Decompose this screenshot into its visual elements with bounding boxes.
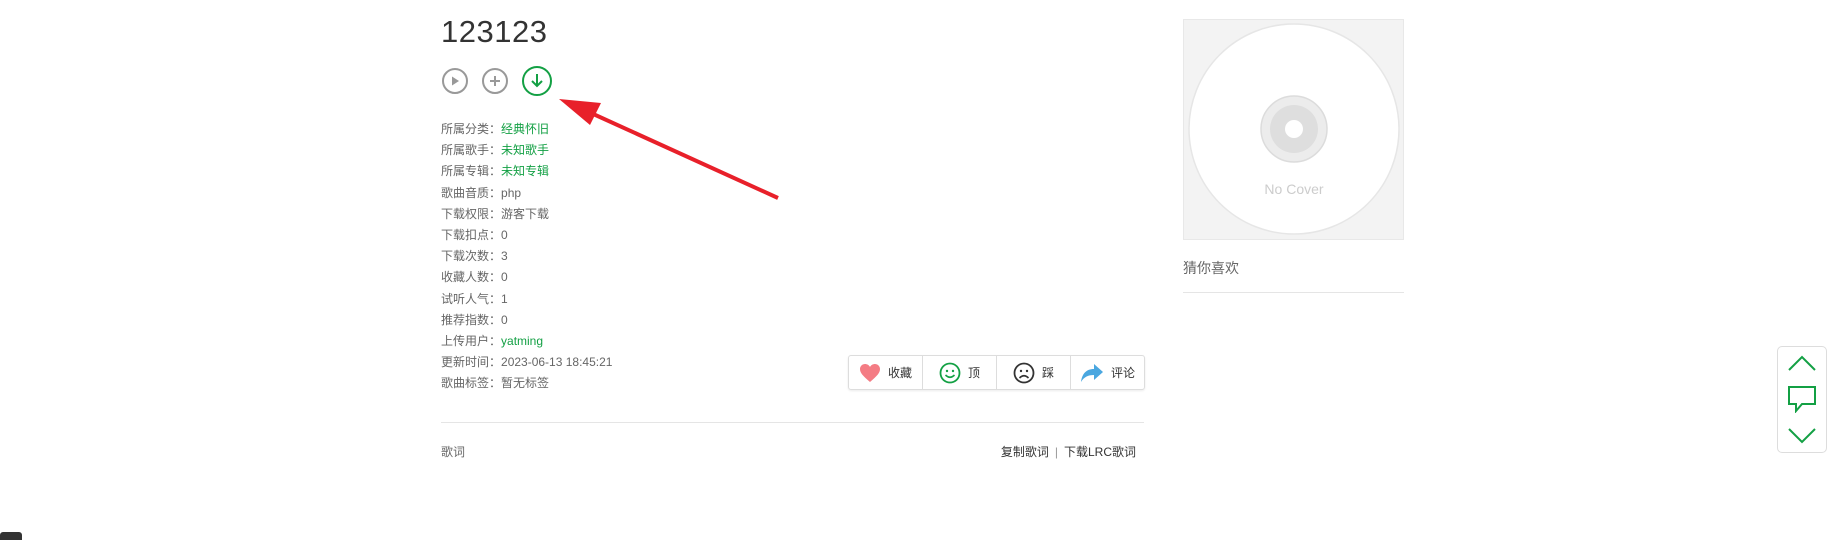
info-row: 推荐指数：0 bbox=[441, 310, 612, 331]
share-icon bbox=[1080, 363, 1103, 382]
info-row: 所属歌手：未知歌手 bbox=[441, 140, 612, 161]
info-value: 1 bbox=[501, 291, 508, 306]
cd-cover-icon: No Cover bbox=[1188, 23, 1400, 235]
scroll-down-icon[interactable] bbox=[1787, 426, 1817, 446]
plus-icon bbox=[490, 76, 500, 86]
info-row: 下载权限：游客下载 bbox=[441, 204, 612, 225]
song-info-list: 所属分类：经典怀旧 所属歌手：未知歌手 所属专辑：未知专辑 歌曲音质：php 下载权限：… bbox=[441, 119, 612, 394]
play-icon bbox=[452, 76, 459, 86]
info-row: 歌曲标签：暂无标签 bbox=[441, 373, 612, 394]
play-button[interactable] bbox=[442, 68, 468, 94]
copy-lyrics-link[interactable]: 复制歌词 bbox=[1001, 445, 1049, 459]
upvote-button[interactable]: 顶 bbox=[923, 356, 997, 389]
info-label: 上传用户： bbox=[441, 333, 502, 348]
frown-icon bbox=[1013, 362, 1035, 383]
info-label: 试听人气： bbox=[441, 291, 502, 306]
download-lrc-link[interactable]: 下载LRC歌词 bbox=[1064, 445, 1136, 459]
info-label: 收藏人数： bbox=[441, 270, 502, 285]
smile-icon bbox=[939, 362, 961, 383]
album-cover: No Cover bbox=[1183, 19, 1404, 240]
info-row: 试听人气：1 bbox=[441, 289, 612, 310]
info-value: 2023-06-13 18:45:21 bbox=[501, 355, 613, 370]
downvote-label: 踩 bbox=[1041, 366, 1054, 380]
info-label: 更新时间： bbox=[441, 355, 502, 370]
info-value[interactable]: yatming bbox=[501, 334, 543, 348]
lyrics-label: 歌词 bbox=[441, 445, 466, 459]
info-row: 下载扣点：0 bbox=[441, 225, 612, 246]
no-cover-text: No Cover bbox=[1264, 181, 1323, 197]
download-icon bbox=[531, 74, 543, 88]
info-label: 所属歌手： bbox=[441, 143, 502, 158]
scroll-up-icon[interactable] bbox=[1787, 353, 1817, 373]
info-row: 歌曲音质：php bbox=[441, 183, 612, 204]
info-label: 歌曲标签： bbox=[441, 376, 502, 391]
info-value: 0 bbox=[501, 270, 508, 285]
info-label: 下载权限： bbox=[441, 206, 502, 221]
guess-you-like-title: 猜你喜欢 bbox=[1183, 260, 1239, 276]
action-bar: 收藏 顶 踩 评论 bbox=[848, 355, 1145, 390]
info-label: 推荐指数： bbox=[441, 312, 502, 327]
download-button[interactable] bbox=[522, 66, 552, 96]
comment-label: 评论 bbox=[1110, 366, 1135, 380]
upvote-label: 顶 bbox=[967, 366, 980, 380]
song-title: 123123 bbox=[441, 14, 548, 49]
annotation-arrow bbox=[559, 99, 779, 200]
info-label: 所属分类： bbox=[441, 122, 502, 136]
info-value: 0 bbox=[501, 227, 508, 242]
info-value[interactable]: 经典怀旧 bbox=[501, 122, 549, 136]
favorite-label: 收藏 bbox=[887, 366, 912, 380]
info-label: 所属专辑： bbox=[441, 164, 502, 179]
add-to-list-button[interactable] bbox=[482, 68, 508, 94]
info-row: 所属分类：经典怀旧 bbox=[441, 119, 612, 140]
lyrics-links: 复制歌词 | 下载LRC歌词 bbox=[1001, 443, 1136, 460]
feedback-icon[interactable] bbox=[1787, 385, 1817, 414]
downvote-button[interactable]: 踩 bbox=[997, 356, 1071, 389]
info-row: 所属专辑：未知专辑 bbox=[441, 161, 612, 182]
info-value: 游客下载 bbox=[501, 206, 550, 221]
info-row: 收藏人数：0 bbox=[441, 267, 612, 288]
heart-icon bbox=[859, 363, 880, 382]
info-value: 0 bbox=[501, 312, 508, 327]
info-value: php bbox=[501, 185, 522, 200]
info-label: 下载扣点： bbox=[441, 227, 502, 242]
info-value[interactable]: 未知专辑 bbox=[501, 164, 549, 178]
info-label: 下载次数： bbox=[441, 249, 502, 264]
floating-toolbar bbox=[1777, 346, 1827, 453]
favorite-button[interactable]: 收藏 bbox=[849, 356, 923, 389]
link-separator: | bbox=[1054, 445, 1058, 459]
comment-button[interactable]: 评论 bbox=[1071, 356, 1144, 389]
info-row: 上传用户：yatming bbox=[441, 331, 612, 352]
info-row: 下载次数：3 bbox=[441, 246, 612, 267]
sidebar-divider bbox=[1183, 292, 1404, 293]
info-row: 更新时间：2023-06-13 18:45:21 bbox=[441, 352, 612, 373]
section-divider bbox=[441, 422, 1144, 423]
info-label: 歌曲音质： bbox=[441, 185, 502, 200]
info-value: 暂无标签 bbox=[501, 376, 550, 391]
info-value[interactable]: 未知歌手 bbox=[501, 143, 549, 157]
corner-widget bbox=[0, 532, 22, 540]
info-value: 3 bbox=[501, 249, 508, 264]
